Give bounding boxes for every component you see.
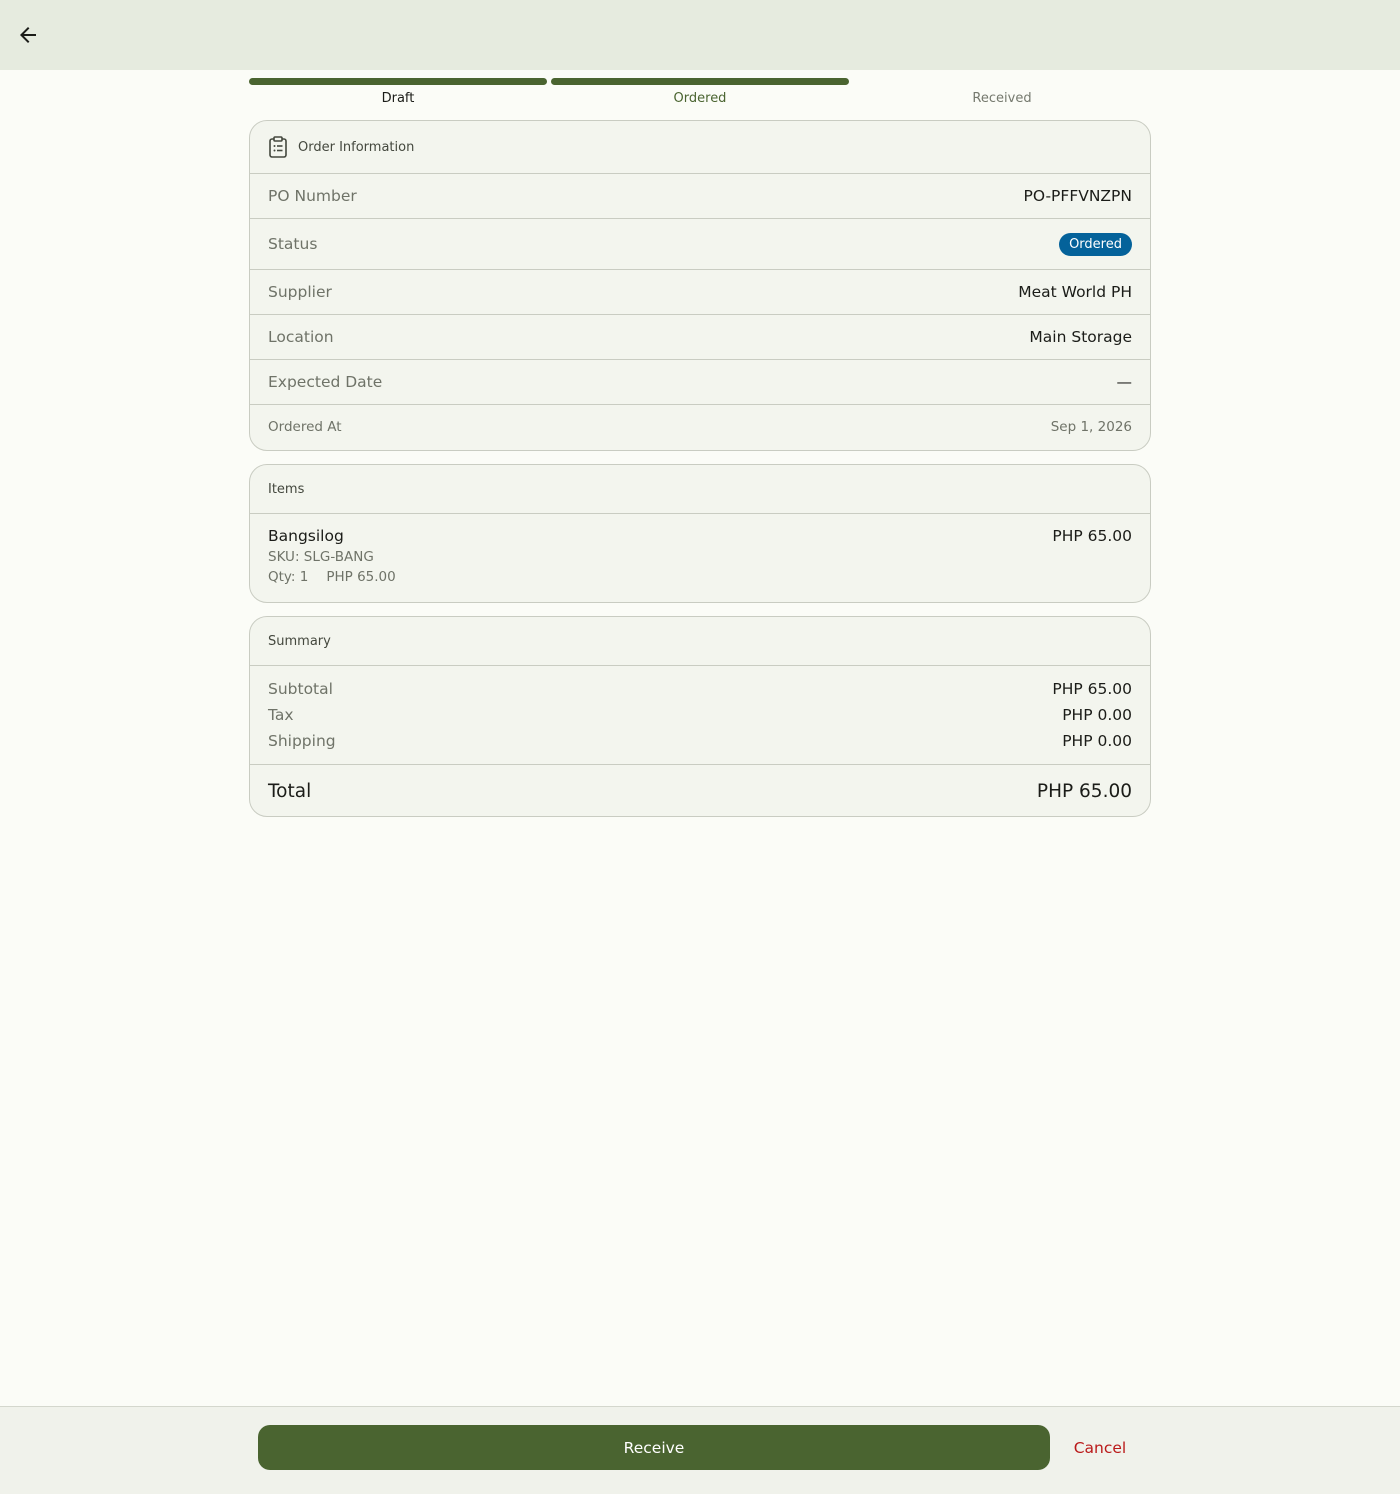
status-label: Status [268, 235, 318, 253]
item-unit-price: PHP 65.00 [326, 569, 396, 585]
arrow-left-icon [20, 27, 36, 43]
total-label: Total [268, 780, 312, 802]
expected-date-row: Expected Date — [250, 360, 1150, 405]
cancel-button[interactable]: Cancel [1060, 1425, 1140, 1470]
supplier-row: Supplier Meat World PH [250, 270, 1150, 315]
subtotal-row: Subtotal PHP 65.00 [268, 676, 1132, 702]
item-line-total: PHP 65.00 [1052, 527, 1132, 545]
step-ordered-label: Ordered [673, 91, 727, 106]
supplier-value: Meat World PH [1018, 283, 1132, 301]
tax-label: Tax [268, 706, 294, 724]
item-name: Bangsilog [268, 527, 344, 545]
bottom-action-bar: Receive Cancel [0, 1406, 1400, 1494]
item-qty: Qty: 1 [268, 569, 309, 585]
total-value: PHP 65.00 [1036, 780, 1132, 802]
item-meta: Qty: 1 PHP 65.00 [268, 569, 1132, 585]
items-title: Items [268, 481, 305, 497]
step-received: Received [853, 78, 1151, 110]
status-stepper: Draft Ordered Received [249, 78, 1155, 110]
summary-card: Summary Subtotal PHP 65.00 Tax PHP 0.00 … [249, 616, 1151, 817]
step-draft-label: Draft [381, 91, 415, 106]
shipping-row: Shipping PHP 0.00 [268, 728, 1132, 754]
step-received-label: Received [972, 91, 1032, 106]
step-draft: Draft [249, 78, 547, 110]
ordered-at-row: Ordered At Sep 1, 2026 [250, 405, 1150, 449]
summary-lines: Subtotal PHP 65.00 Tax PHP 0.00 Shipping… [250, 666, 1150, 765]
back-button[interactable] [8, 15, 48, 55]
ordered-at-label: Ordered At [268, 419, 342, 435]
summary-header: Summary [250, 617, 1150, 666]
item-sku: SKU: SLG-BANG [268, 549, 374, 565]
subtotal-label: Subtotal [268, 680, 333, 698]
expected-date-label: Expected Date [268, 373, 383, 391]
status-badge: Ordered [1059, 232, 1132, 256]
location-label: Location [268, 328, 334, 346]
order-information-title: Order Information [298, 139, 415, 155]
app-bar [0, 0, 1400, 70]
subtotal-value: PHP 65.00 [1052, 680, 1132, 698]
status-row: Status Ordered [250, 219, 1150, 270]
location-value: Main Storage [1029, 328, 1132, 346]
items-header: Items [250, 465, 1150, 514]
step-draft-bar [249, 78, 547, 85]
location-row: Location Main Storage [250, 315, 1150, 360]
po-number-value: PO-PFFVNZPN [1023, 187, 1132, 205]
shipping-label: Shipping [268, 732, 336, 750]
step-ordered-bar [551, 78, 849, 85]
order-information-card: Order Information PO Number PO-PFFVNZPN … [249, 120, 1151, 451]
tax-row: Tax PHP 0.00 [268, 702, 1132, 728]
receive-button[interactable]: Receive [258, 1425, 1050, 1470]
tax-value: PHP 0.00 [1062, 706, 1132, 724]
list-item: Bangsilog PHP 65.00 SKU: SLG-BANG Qty: 1… [250, 514, 1150, 602]
ordered-at-value: Sep 1, 2026 [1050, 419, 1132, 435]
po-number-label: PO Number [268, 187, 357, 205]
shipping-value: PHP 0.00 [1062, 732, 1132, 750]
expected-date-value: — [1116, 373, 1133, 391]
clipboard-icon [268, 136, 288, 158]
po-number-row: PO Number PO-PFFVNZPN [250, 174, 1150, 219]
order-information-header: Order Information [250, 121, 1150, 174]
total-row: Total PHP 65.00 [250, 765, 1150, 816]
supplier-label: Supplier [268, 283, 332, 301]
step-ordered: Ordered [551, 78, 849, 110]
summary-title: Summary [268, 633, 331, 649]
items-card: Items Bangsilog PHP 65.00 SKU: SLG-BANG … [249, 464, 1151, 603]
